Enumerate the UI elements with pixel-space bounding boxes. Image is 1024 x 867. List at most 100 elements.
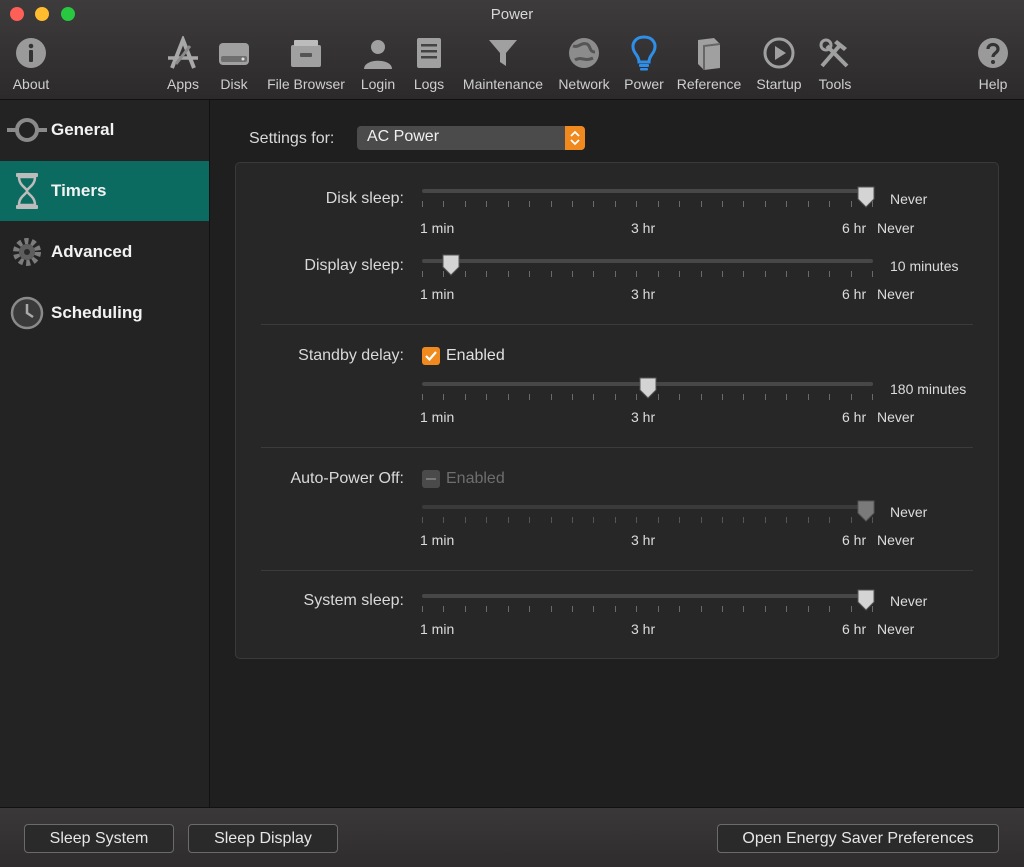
slider-tick: [829, 394, 831, 400]
slider-tick: [529, 271, 531, 277]
auto-power-off-enabled-label: Enabled: [446, 470, 505, 487]
sidebar-item-timers[interactable]: Timers: [0, 161, 209, 221]
scale-max: 6 hr: [842, 532, 867, 548]
slider-tick: [700, 517, 702, 523]
slider-tick: [722, 271, 723, 277]
slider-tick: [786, 606, 788, 612]
slider-tick: [550, 201, 552, 207]
toolbar-apps[interactable]: Apps: [160, 34, 206, 96]
gear-icon: [5, 230, 49, 274]
auto-power-off-checkbox[interactable]: [422, 470, 440, 488]
slider-tick: [722, 394, 723, 400]
slider-tick: [614, 394, 616, 400]
slider-tick: [743, 271, 745, 277]
slider-tick: [422, 201, 423, 207]
globe-icon: [564, 34, 604, 72]
slider-tick: [872, 271, 873, 277]
sleep-system-button[interactable]: Sleep System: [24, 824, 174, 853]
toolbar-reference[interactable]: Reference: [674, 34, 744, 96]
toolbar-maintenance[interactable]: Maintenance: [458, 34, 548, 96]
slider-tick: [593, 517, 595, 523]
standby-delay-slider[interactable]: [638, 376, 658, 400]
slider-tick: [679, 271, 681, 277]
lightbulb-icon: [624, 34, 664, 72]
scale-max: 6 hr: [842, 409, 867, 425]
scale-min: 1 min: [420, 409, 455, 425]
display-sleep-slider[interactable]: [441, 253, 461, 277]
scale-never: Never: [877, 409, 915, 425]
display-sleep-label: Display sleep:: [304, 257, 404, 274]
funnel-icon: [483, 34, 523, 72]
divider: [261, 324, 973, 325]
scale-min: 1 min: [420, 532, 455, 548]
slider-tick: [593, 201, 595, 207]
slider-tick: [422, 394, 423, 400]
toolbar-tools[interactable]: Tools: [813, 34, 857, 96]
system-sleep-label: System sleep:: [303, 592, 404, 609]
auto-power-off-slider[interactable]: [856, 499, 876, 523]
slider-tick: [529, 606, 531, 612]
toolbar-login[interactable]: Login: [356, 34, 400, 96]
slider-tick: [422, 271, 423, 277]
slider-tick: [679, 394, 681, 400]
standby-enabled-checkbox[interactable]: [422, 347, 440, 365]
toolbar-help[interactable]: Help: [970, 34, 1016, 96]
hourglass-icon: [5, 169, 49, 213]
slider-tick: [614, 517, 616, 523]
power-source-popup[interactable]: AC Power: [357, 126, 585, 150]
slider-tick: [807, 517, 809, 523]
slider-tick: [872, 394, 873, 400]
toolbar-startup[interactable]: Startup: [751, 34, 807, 96]
bottom-bar: Sleep System Sleep Display Open Energy S…: [0, 807, 1024, 867]
scale-mid: 3 hr: [631, 532, 656, 548]
slider-tick: [572, 517, 573, 523]
auto-power-off-ticks: [422, 517, 873, 523]
slider-tick: [593, 394, 595, 400]
window-title: Power: [490, 6, 534, 23]
slider-tick: [743, 606, 745, 612]
sidebar-item-advanced[interactable]: Advanced: [0, 222, 209, 282]
sidebar-item-scheduling[interactable]: Scheduling: [0, 283, 209, 343]
slider-tick: [486, 606, 488, 612]
scale-max: 6 hr: [842, 286, 867, 302]
scale-mid: 3 hr: [631, 621, 656, 637]
slider-tick: [722, 606, 723, 612]
toolbar-power[interactable]: Power: [620, 34, 668, 96]
sleep-display-button[interactable]: Sleep Display: [188, 824, 338, 853]
slider-tick: [443, 606, 445, 612]
toolbar-file-browser[interactable]: File Browser: [262, 34, 350, 96]
slider-tick: [550, 606, 552, 612]
slider-knob-icon: [639, 377, 656, 399]
toolbar-logs[interactable]: Logs: [408, 34, 450, 96]
system-sleep-track: [422, 594, 873, 598]
dash-icon: [426, 478, 436, 480]
display-sleep-track: [422, 259, 873, 263]
slider-tick: [636, 606, 638, 612]
slider-tick: [507, 201, 509, 207]
slider-knob-icon: [857, 500, 875, 522]
scale-max: 6 hr: [842, 220, 867, 236]
slider-tick: [722, 517, 723, 523]
slider-tick: [807, 271, 809, 277]
slider-tick: [486, 201, 488, 207]
slider-tick: [464, 271, 466, 277]
power-source-value: AC Power: [367, 128, 440, 145]
slider-tick: [657, 517, 659, 523]
slider-tick: [657, 201, 659, 207]
disk-sleep-slider[interactable]: [856, 185, 876, 209]
slider-tick: [700, 606, 702, 612]
system-sleep-value: Never: [890, 593, 928, 609]
slider-tick: [507, 394, 509, 400]
scale-max: 6 hr: [842, 621, 867, 637]
open-energy-saver-button[interactable]: Open Energy Saver Preferences: [717, 824, 999, 853]
toolbar-network[interactable]: Network: [554, 34, 614, 96]
slider-knob-icon: [857, 186, 875, 208]
slider-tick: [786, 517, 788, 523]
system-sleep-slider[interactable]: [856, 588, 876, 612]
toolbar-about[interactable]: About: [6, 34, 56, 96]
scale-never: Never: [877, 621, 915, 637]
sidebar-item-general[interactable]: General: [0, 100, 209, 160]
toolbar-disk[interactable]: Disk: [214, 34, 254, 96]
slider-tick: [572, 606, 573, 612]
disk-sleep-label: Disk sleep:: [325, 190, 404, 207]
